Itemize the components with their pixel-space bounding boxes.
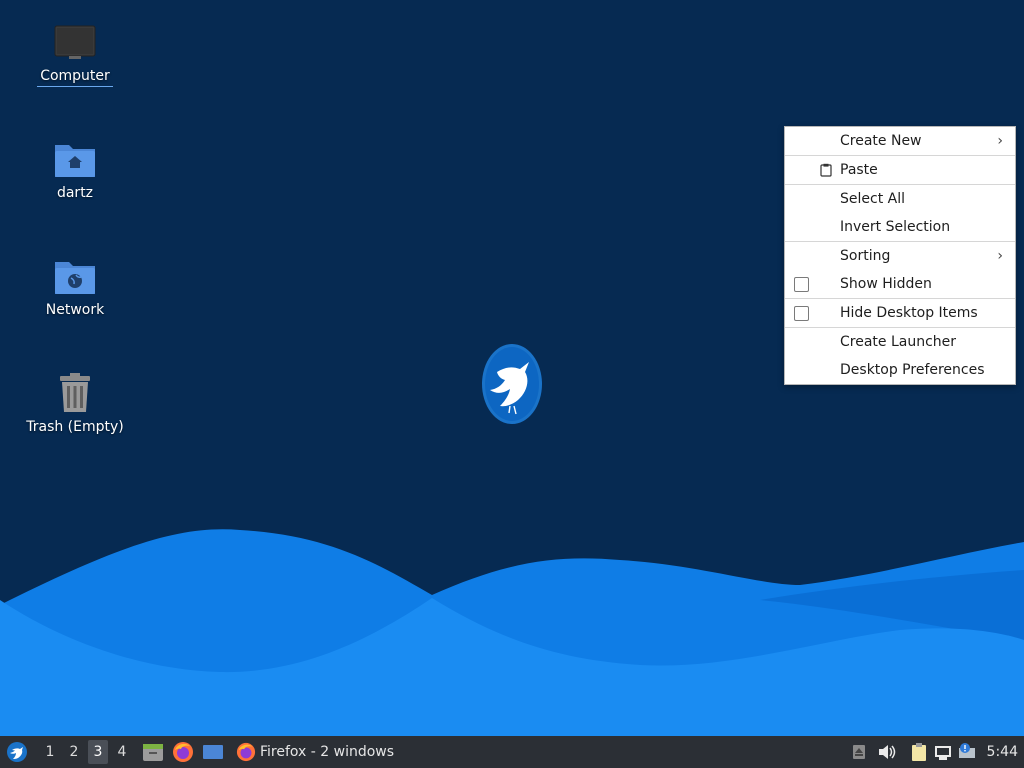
taskbar: 1 2 3 4 Firefox - 2 windows 5:44 bbox=[0, 736, 1024, 768]
tray-eject[interactable] bbox=[847, 736, 871, 768]
taskbar-firefox-task[interactable]: Firefox - 2 windows bbox=[232, 736, 398, 768]
menu-item-create-new[interactable]: Create New › bbox=[785, 127, 1015, 155]
tray-network[interactable] bbox=[931, 736, 955, 768]
workspace-2[interactable]: 2 bbox=[62, 736, 86, 768]
desktop-icon-label: Computer bbox=[37, 68, 113, 87]
firefox-icon bbox=[173, 742, 193, 762]
menu-item-hide-desktop-items[interactable]: Hide Desktop Items bbox=[785, 299, 1015, 327]
network-folder-icon bbox=[53, 254, 97, 298]
clock[interactable]: 5:44 bbox=[987, 736, 1018, 768]
workspace-4[interactable]: 4 bbox=[110, 736, 134, 768]
desktop-icon-trash[interactable]: Trash (Empty) bbox=[20, 371, 130, 437]
menu-item-label: Create Launcher bbox=[840, 334, 957, 350]
menu-item-label: Create New bbox=[840, 133, 922, 149]
menu-item-sorting[interactable]: Sorting › bbox=[785, 242, 1015, 270]
menu-item-label: Invert Selection bbox=[840, 219, 951, 235]
menu-item-create-launcher[interactable]: Create Launcher bbox=[785, 328, 1015, 356]
menu-item-label: Sorting bbox=[840, 248, 891, 264]
file-manager-launcher[interactable] bbox=[138, 736, 168, 768]
menu-item-label: Paste bbox=[840, 162, 878, 178]
firefox-launcher[interactable] bbox=[168, 736, 198, 768]
desktop-icon-label: Trash (Empty) bbox=[26, 419, 124, 435]
desktop-icon-label: dartz bbox=[56, 185, 94, 201]
menu-item-label: Desktop Preferences bbox=[840, 362, 985, 378]
desktop-icon-computer[interactable]: Computer bbox=[20, 20, 130, 87]
chevron-right-icon: › bbox=[997, 248, 1003, 264]
menu-item-invert-selection[interactable]: Invert Selection bbox=[785, 213, 1015, 241]
tray-volume[interactable] bbox=[875, 736, 899, 768]
menu-item-select-all[interactable]: Select All bbox=[785, 185, 1015, 213]
workspace-1[interactable]: 1 bbox=[38, 736, 62, 768]
eject-icon bbox=[852, 745, 865, 759]
menu-item-paste[interactable]: Paste bbox=[785, 156, 1015, 184]
desktop-context-menu: Create New › Paste Select All Invert Sel… bbox=[784, 126, 1016, 385]
clipboard-icon bbox=[911, 743, 926, 761]
firefox-icon bbox=[236, 742, 256, 762]
clipboard-icon bbox=[820, 163, 832, 177]
desktop-icon-label: Network bbox=[45, 302, 105, 318]
workspace-3[interactable]: 3 bbox=[88, 740, 108, 764]
trash-icon bbox=[53, 371, 97, 415]
distro-logo bbox=[482, 344, 542, 424]
desktop-icon bbox=[203, 745, 223, 759]
task-label: Firefox - 2 windows bbox=[260, 744, 395, 760]
file-manager-icon bbox=[143, 744, 163, 761]
show-hidden-checkbox[interactable] bbox=[794, 277, 809, 292]
start-menu-icon bbox=[7, 742, 27, 762]
menu-item-label: Select All bbox=[840, 191, 905, 207]
desktop-icon-network[interactable]: Network bbox=[20, 254, 130, 320]
menu-item-label: Hide Desktop Items bbox=[840, 305, 978, 321]
computer-icon bbox=[53, 20, 97, 64]
volume-icon bbox=[878, 745, 895, 759]
home-folder-icon bbox=[53, 137, 97, 181]
update-notification-icon bbox=[958, 743, 975, 758]
start-menu-button[interactable] bbox=[2, 736, 32, 768]
hide-desktop-items-checkbox[interactable] bbox=[794, 306, 809, 321]
desktop-icon-home[interactable]: dartz bbox=[20, 137, 130, 203]
tray-clipboard[interactable] bbox=[907, 736, 931, 768]
tray-updates[interactable] bbox=[955, 736, 979, 768]
menu-item-desktop-preferences[interactable]: Desktop Preferences bbox=[785, 356, 1015, 384]
menu-item-show-hidden[interactable]: Show Hidden bbox=[785, 270, 1015, 298]
network-icon bbox=[934, 746, 951, 760]
show-desktop-button[interactable] bbox=[198, 736, 228, 768]
chevron-right-icon: › bbox=[997, 133, 1003, 149]
menu-item-label: Show Hidden bbox=[840, 276, 932, 292]
